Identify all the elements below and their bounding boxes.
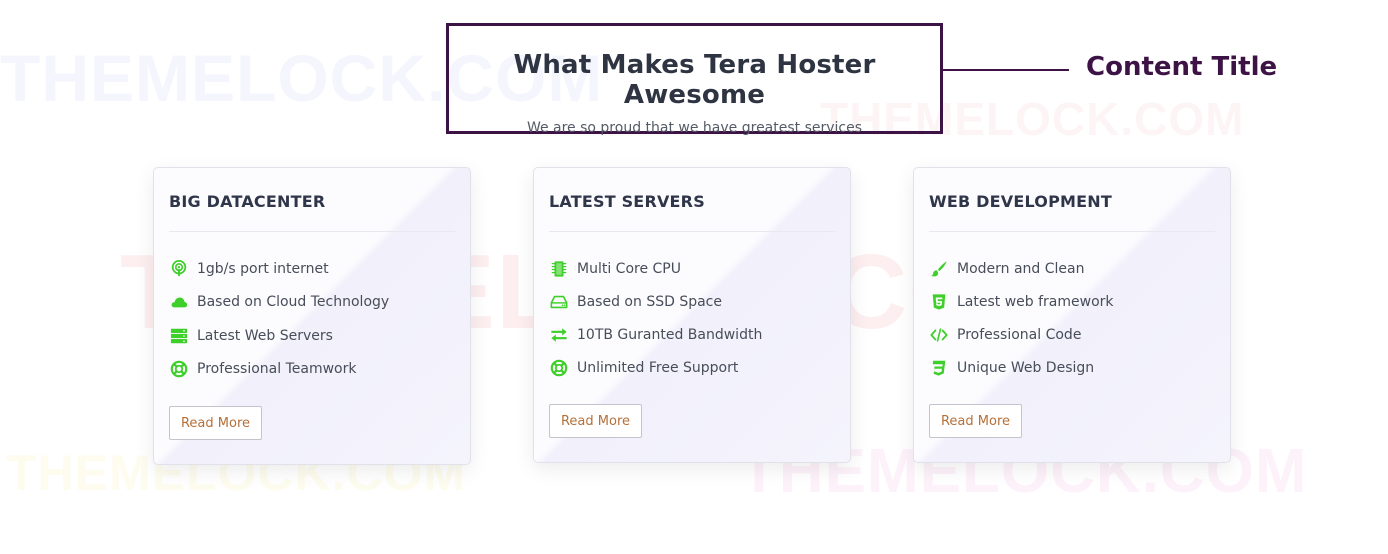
feature-text: Latest Web Servers xyxy=(197,327,333,344)
feature-text: Based on Cloud Technology xyxy=(197,294,390,311)
section-title: What Makes Tera Hoster Awesome xyxy=(513,50,876,110)
feature-item: Professional Code xyxy=(929,318,1114,351)
feature-item: Multi Core CPU xyxy=(549,252,762,285)
css3-icon xyxy=(929,358,949,378)
service-card-web-development: WEB DEVELOPMENT Modern and Clean Latest … xyxy=(913,167,1231,463)
paint-brush-icon xyxy=(929,259,949,279)
feature-text: Modern and Clean xyxy=(957,260,1085,277)
feature-item: 1gb/s port internet xyxy=(169,252,389,286)
podcast-icon xyxy=(169,259,189,279)
service-card-big-datacenter: BIG DATACENTER 1gb/s port internet Based… xyxy=(153,167,471,465)
life-ring-icon xyxy=(549,358,569,378)
life-ring-icon xyxy=(169,359,189,379)
feature-item: Based on Cloud Technology xyxy=(169,286,389,320)
feature-item: Unique Web Design xyxy=(929,351,1114,384)
card-title: BIG DATACENTER xyxy=(169,192,326,211)
feature-text: Multi Core CPU xyxy=(577,260,681,277)
card-divider xyxy=(549,231,835,232)
feature-list: Modern and Clean Latest web framework Pr… xyxy=(929,252,1114,384)
feature-item: Based on SSD Space xyxy=(549,285,762,318)
microchip-icon xyxy=(549,259,569,279)
annotation-label: Content Title xyxy=(1086,52,1278,82)
read-more-button[interactable]: Read More xyxy=(549,404,642,438)
code-icon xyxy=(929,325,949,345)
card-divider xyxy=(169,231,455,232)
feature-text: Latest web framework xyxy=(957,293,1114,310)
feature-text: 1gb/s port internet xyxy=(197,260,329,277)
service-card-latest-servers: LATEST SERVERS Multi Core CPU Based on S… xyxy=(533,167,851,463)
feature-item: Professional Teamwork xyxy=(169,353,389,387)
read-more-button[interactable]: Read More xyxy=(929,404,1022,438)
feature-item: 10TB Guranted Bandwidth xyxy=(549,318,762,351)
exchange-icon xyxy=(549,325,569,345)
read-more-button[interactable]: Read More xyxy=(169,406,262,440)
html5-icon xyxy=(929,292,949,312)
feature-list: 1gb/s port internet Based on Cloud Techn… xyxy=(169,252,389,386)
feature-item: Latest Web Servers xyxy=(169,319,389,353)
feature-text: Professional Teamwork xyxy=(197,361,357,378)
feature-text: Unique Web Design xyxy=(957,359,1095,376)
feature-item: Latest web framework xyxy=(929,285,1114,318)
hdd-icon xyxy=(549,292,569,312)
content-title-box: What Makes Tera Hoster Awesome We are so… xyxy=(446,23,943,136)
feature-item: Modern and Clean xyxy=(929,252,1114,285)
card-title: LATEST SERVERS xyxy=(549,192,705,211)
feature-text: Professional Code xyxy=(957,326,1082,343)
feature-item: Unlimited Free Support xyxy=(549,351,762,384)
card-title: WEB DEVELOPMENT xyxy=(929,192,1112,211)
annotation-callout-line xyxy=(943,69,1069,71)
feature-text: 10TB Guranted Bandwidth xyxy=(577,326,763,343)
feature-text: Based on SSD Space xyxy=(577,293,722,310)
card-divider xyxy=(929,231,1215,232)
server-icon xyxy=(169,326,189,346)
cloud-icon xyxy=(169,292,189,312)
feature-list: Multi Core CPU Based on SSD Space 10TB G… xyxy=(549,252,762,384)
section-subtitle: We are so proud that we have greatest se… xyxy=(526,120,863,136)
feature-text: Unlimited Free Support xyxy=(577,359,739,376)
